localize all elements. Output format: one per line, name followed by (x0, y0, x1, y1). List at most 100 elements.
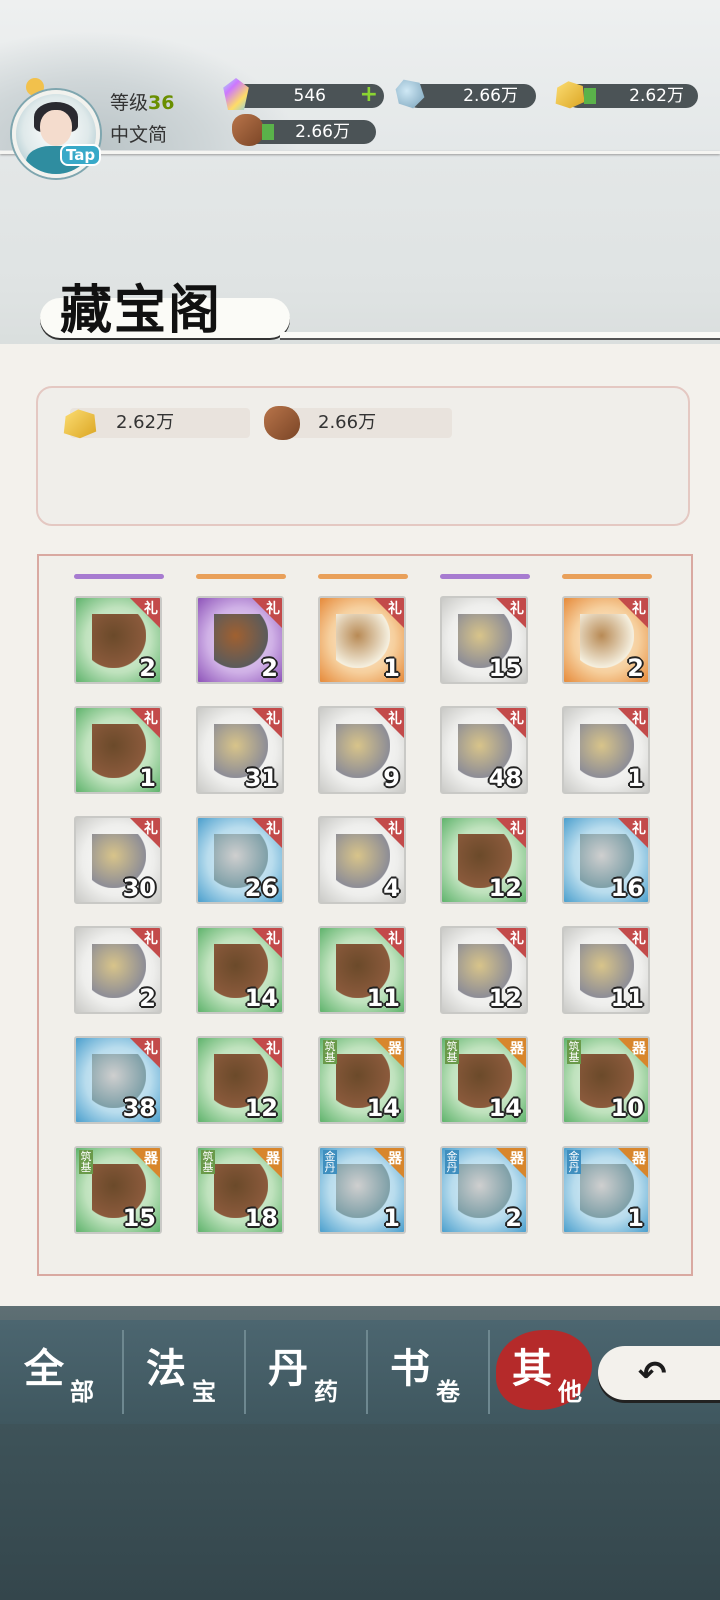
item-count: 2 (139, 654, 156, 682)
item-count: 2 (505, 1204, 522, 1232)
add-gem-button[interactable]: + (360, 83, 378, 107)
item-tag: 礼 (144, 821, 158, 837)
title-underline (280, 332, 720, 340)
ore-value: 2.66万 (463, 86, 518, 106)
scrolled-row-edge (440, 574, 530, 579)
inventory-item[interactable]: 礼 12 (440, 926, 528, 1014)
item-tag: 礼 (510, 601, 524, 617)
inventory-item[interactable]: 礼1 (318, 596, 406, 684)
player-level: 等级36 (110, 88, 174, 115)
inventory-item[interactable]: 器 筑基 10 (562, 1036, 650, 1124)
item-tag: 礼 (388, 601, 402, 617)
item-count: 2 (261, 654, 278, 682)
inventory-item[interactable]: 礼 12 (196, 1036, 284, 1124)
item-count: 1 (139, 764, 156, 792)
inventory-item[interactable]: 礼9 (318, 706, 406, 794)
item-tag: 礼 (632, 601, 646, 617)
gold-counter: 2.62万 (555, 81, 698, 109)
tab-divider (488, 1330, 490, 1414)
item-tag: 礼 (266, 601, 280, 617)
scrolled-row-edge (318, 574, 408, 579)
wood-counter: 2.66万 (232, 114, 376, 146)
item-realm-tag: 筑基 (79, 1150, 93, 1174)
back-button[interactable]: ↶ (598, 1346, 720, 1400)
item-tag: 礼 (266, 931, 280, 947)
tab-divider (244, 1330, 246, 1414)
page-title: 藏宝阁 (60, 280, 223, 341)
tab-法宝[interactable]: 法宝 (126, 1336, 236, 1416)
inventory-item[interactable]: 礼 14 (196, 926, 284, 1014)
scrolled-row-edge (74, 574, 164, 579)
tab-书卷[interactable]: 书卷 (370, 1336, 480, 1416)
bottom-scenery (0, 1424, 720, 1600)
inventory-item[interactable]: 礼 26 (196, 816, 284, 904)
item-tag: 礼 (632, 931, 646, 947)
item-count: 30 (122, 874, 156, 902)
inventory-item[interactable]: 礼2 (562, 596, 650, 684)
inventory-item[interactable]: 器 金丹 1 (318, 1146, 406, 1234)
inventory-item[interactable]: 礼2 (74, 596, 162, 684)
inventory-item[interactable]: 礼 30 (74, 816, 162, 904)
wood-log-icon (264, 406, 300, 440)
inventory-item[interactable]: 器 筑基 14 (318, 1036, 406, 1124)
item-tag: 礼 (388, 821, 402, 837)
inventory-item[interactable]: 器 筑基 14 (440, 1036, 528, 1124)
item-tag: 礼 (510, 821, 524, 837)
item-count: 15 (488, 654, 522, 682)
inventory-item[interactable]: 礼 48 (440, 706, 528, 794)
item-tag: 器 (510, 1151, 524, 1167)
item-count: 48 (488, 764, 522, 792)
tab-丹药[interactable]: 丹药 (248, 1336, 358, 1416)
currency-wood-value: 2.66万 (318, 412, 377, 433)
inventory-item[interactable]: 器 金丹 2 (440, 1146, 528, 1234)
back-arrow-icon: ↶ (638, 1354, 667, 1394)
scrolled-row-edge (196, 574, 286, 579)
item-tag: 器 (266, 1151, 280, 1167)
level-value: 36 (148, 92, 175, 114)
item-count: 18 (244, 1204, 278, 1232)
tab-label-main: 全 (24, 1346, 64, 1392)
item-tag: 礼 (632, 821, 646, 837)
language-switch[interactable]: 中文简 (110, 120, 167, 147)
inventory-item[interactable]: 礼 11 (318, 926, 406, 1014)
wood-log-icon (232, 114, 264, 146)
tab-label-sub: 药 (314, 1378, 338, 1406)
item-count: 2 (139, 984, 156, 1012)
avatar-tap-badge[interactable]: Tap (60, 144, 102, 166)
inventory-item[interactable]: 礼 31 (196, 706, 284, 794)
inventory-item[interactable]: 礼2 (74, 926, 162, 1014)
item-tag: 礼 (144, 601, 158, 617)
item-count: 12 (488, 874, 522, 902)
item-count: 2 (627, 654, 644, 682)
inventory-item[interactable]: 礼4 (318, 816, 406, 904)
item-tag: 礼 (510, 931, 524, 947)
item-tag: 礼 (144, 1041, 158, 1057)
inventory-item[interactable]: 礼 11 (562, 926, 650, 1014)
tab-全部[interactable]: 全部 (4, 1336, 114, 1416)
inventory-item[interactable]: 礼1 (74, 706, 162, 794)
item-tag: 器 (632, 1151, 646, 1167)
inventory-item[interactable]: 礼 12 (440, 816, 528, 904)
inventory-item[interactable]: 礼 16 (562, 816, 650, 904)
tab-label-main: 法 (146, 1346, 186, 1392)
inventory-item[interactable]: 器 金丹 1 (562, 1146, 650, 1234)
inventory-item[interactable]: 礼 38 (74, 1036, 162, 1124)
scrolled-row-edge (562, 574, 652, 579)
item-count: 1 (383, 654, 400, 682)
tab-label-main: 其 (512, 1346, 552, 1392)
item-tag: 礼 (266, 711, 280, 727)
inventory-item[interactable]: 礼2 (196, 596, 284, 684)
item-count: 1 (627, 1204, 644, 1232)
tab-其他[interactable]: 其他 (492, 1330, 602, 1416)
inventory-item[interactable]: 礼 15 (440, 596, 528, 684)
item-count: 4 (383, 874, 400, 902)
item-tag: 礼 (388, 711, 402, 727)
item-tag: 礼 (632, 711, 646, 727)
tab-divider (366, 1330, 368, 1414)
item-count: 12 (488, 984, 522, 1012)
inventory-item[interactable]: 器 筑基 18 (196, 1146, 284, 1234)
inventory-item[interactable]: 礼1 (562, 706, 650, 794)
item-tag: 礼 (266, 1041, 280, 1057)
inventory-item[interactable]: 器 筑基 15 (74, 1146, 162, 1234)
item-realm-tag: 金丹 (445, 1150, 459, 1174)
